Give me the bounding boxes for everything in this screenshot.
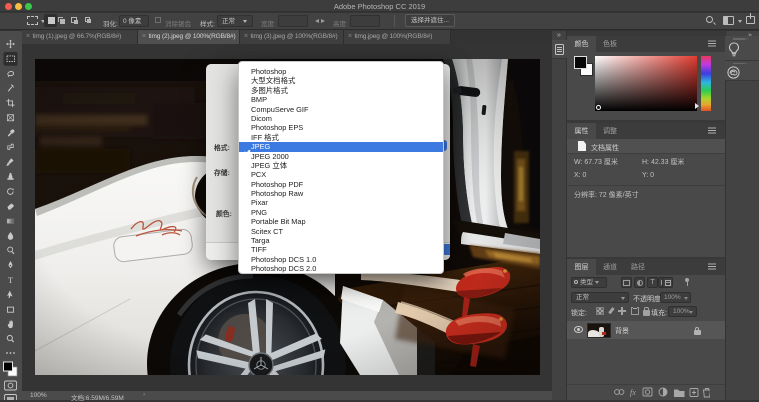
svg-text:fx: fx — [630, 388, 636, 397]
svg-text:T: T — [8, 276, 13, 285]
